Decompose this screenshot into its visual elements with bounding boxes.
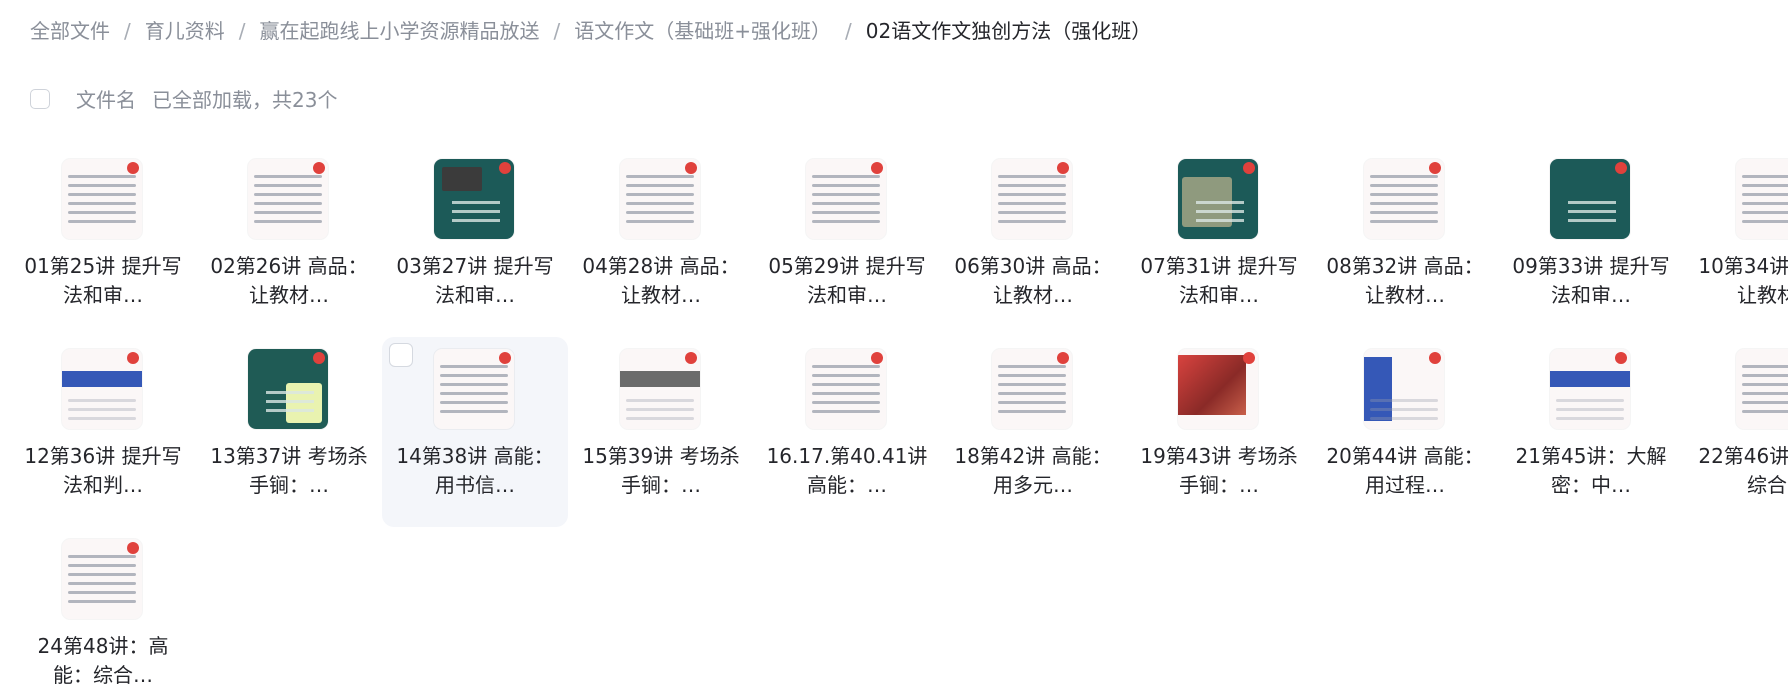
file-name: 09第33讲 提升写法和审…: [1512, 254, 1670, 307]
file-name: 05第29讲 提升写法和审…: [768, 254, 926, 307]
file-tile[interactable]: 19第43讲 考场杀手锏：…: [1126, 337, 1312, 527]
file-tile[interactable]: 18第42讲 高能：用多元…: [940, 337, 1126, 527]
file-tile[interactable]: 16.17.第40.41讲 高能：…: [754, 337, 940, 527]
seal-icon: [685, 352, 697, 364]
seal-icon: [1429, 162, 1441, 174]
file-name: 12第36讲 提升写法和判…: [24, 444, 182, 497]
file-thumbnail: [620, 349, 700, 429]
file-tile[interactable]: 06第30讲 高品：让教材…: [940, 147, 1126, 337]
seal-icon: [1429, 352, 1441, 364]
seal-icon: [871, 162, 883, 174]
seal-icon: [499, 352, 511, 364]
file-tile[interactable]: 21第45讲：大解密：中…: [1498, 337, 1684, 527]
file-name: 15第39讲 考场杀手锏：…: [582, 444, 740, 497]
seal-icon: [1615, 162, 1627, 174]
breadcrumb-separator: /: [124, 19, 131, 43]
file-thumbnail: [1364, 159, 1444, 239]
file-tile[interactable]: 12第36讲 提升写法和判…: [10, 337, 196, 527]
seal-icon: [127, 542, 139, 554]
seal-icon: [871, 352, 883, 364]
breadcrumb-separator: /: [238, 19, 246, 43]
file-thumbnail: [434, 159, 514, 239]
file-tile[interactable]: 02第26讲 高品：让教材…: [196, 147, 382, 337]
file-tile[interactable]: 13第37讲 考场杀手锏：…: [196, 337, 382, 527]
file-thumbnail: [1736, 349, 1788, 429]
file-tile[interactable]: 15第39讲 考场杀手锏：…: [568, 337, 754, 527]
select-all-checkbox[interactable]: [30, 88, 50, 109]
file-tile[interactable]: 09第33讲 提升写法和审…: [1498, 147, 1684, 337]
file-thumbnail: [248, 349, 328, 429]
seal-icon: [1243, 352, 1255, 364]
file-tile[interactable]: 24第48讲：高能：综合…: [10, 527, 196, 695]
file-browser: 全部文件 / 育儿资料 / 赢在起跑线上小学资源精品放送 / 语文作文（基础班+…: [0, 0, 1788, 695]
seal-icon: [1243, 162, 1255, 174]
breadcrumb-item-all-files[interactable]: 全部文件: [30, 16, 110, 46]
breadcrumb-item-chinese-writing[interactable]: 语文作文（基础班+强化班）: [574, 16, 831, 46]
file-name: 24第48讲：高能：综合…: [37, 634, 169, 687]
file-thumbnail: [62, 539, 142, 619]
file-name: 19第43讲 考场杀手锏：…: [1140, 444, 1298, 497]
breadcrumb-item-resources[interactable]: 赢在起跑线上小学资源精品放送: [260, 16, 540, 46]
breadcrumb-separator: /: [845, 19, 852, 43]
file-name: 07第31讲 提升写法和审…: [1140, 254, 1298, 307]
file-name: 14第38讲 高能：用书信…: [396, 444, 554, 497]
file-tile[interactable]: 05第29讲 提升写法和审…: [754, 147, 940, 337]
file-thumbnail: [434, 349, 514, 429]
file-name: 22第46讲 高能：综合…: [1698, 444, 1788, 497]
seal-icon: [313, 162, 325, 174]
file-tile[interactable]: 04第28讲 高品：让教材…: [568, 147, 754, 337]
load-status: 已全部加载，共23个: [152, 88, 338, 112]
file-name: 18第42讲 高能：用多元…: [954, 444, 1112, 497]
file-thumbnail: [1550, 159, 1630, 239]
file-thumbnail: [1178, 349, 1258, 429]
seal-icon: [313, 352, 325, 364]
file-tile[interactable]: 10第34讲 高品：让教材…: [1684, 147, 1788, 337]
seal-icon: [127, 162, 139, 174]
seal-icon: [499, 162, 511, 174]
seal-icon: [1057, 162, 1069, 174]
file-thumbnail: [1364, 349, 1444, 429]
file-thumbnail: [62, 349, 142, 429]
file-name: 06第30讲 高品：让教材…: [954, 254, 1112, 307]
breadcrumb-item-parenting[interactable]: 育儿资料: [145, 16, 225, 46]
file-name: 01第25讲 提升写法和审…: [24, 254, 182, 307]
seal-icon: [685, 162, 697, 174]
file-tile[interactable]: 14第38讲 高能：用书信…: [382, 337, 568, 527]
file-name: 10第34讲 高品：让教材…: [1698, 254, 1788, 307]
file-thumbnail: [806, 159, 886, 239]
seal-icon: [1057, 352, 1069, 364]
file-tile[interactable]: 01第25讲 提升写法和审…: [10, 147, 196, 337]
file-thumbnail: [1178, 159, 1258, 239]
file-thumbnail: [620, 159, 700, 239]
file-thumbnail: [62, 159, 142, 239]
breadcrumb-separator: /: [553, 19, 561, 43]
file-thumbnail: [806, 349, 886, 429]
file-thumbnail: [992, 159, 1072, 239]
file-name: 16.17.第40.41讲 高能：…: [766, 444, 928, 497]
file-tile[interactable]: 07第31讲 提升写法和审…: [1126, 147, 1312, 337]
file-name: 13第37讲 考场杀手锏：…: [210, 444, 368, 497]
file-name: 21第45讲：大解密：中…: [1515, 444, 1667, 497]
file-tile[interactable]: 22第46讲 高能：综合…: [1684, 337, 1788, 527]
breadcrumb: 全部文件 / 育儿资料 / 赢在起跑线上小学资源精品放送 / 语文作文（基础班+…: [30, 16, 1151, 46]
seal-icon: [127, 352, 139, 364]
list-header: 文件名 已全部加载，共23个: [30, 84, 337, 113]
file-name: 03第27讲 提升写法和审…: [396, 254, 554, 307]
breadcrumb-item-current: 02语文作文独创方法（强化班）: [865, 19, 1152, 43]
file-thumbnail: [1736, 159, 1788, 239]
file-name: 02第26讲 高品：让教材…: [210, 254, 368, 307]
file-tile[interactable]: 08第32讲 高品：让教材…: [1312, 147, 1498, 337]
file-name: 20第44讲 高能：用过程…: [1326, 444, 1484, 497]
column-header-filename[interactable]: 文件名: [76, 84, 136, 113]
file-thumbnail: [1550, 349, 1630, 429]
file-name: 08第32讲 高品：让教材…: [1326, 254, 1484, 307]
file-tile[interactable]: 03第27讲 提升写法和审…: [382, 147, 568, 337]
file-thumbnail: [248, 159, 328, 239]
file-tile[interactable]: 20第44讲 高能：用过程…: [1312, 337, 1498, 527]
file-select-checkbox[interactable]: [389, 343, 413, 367]
file-thumbnail: [992, 349, 1072, 429]
seal-icon: [1615, 352, 1627, 364]
file-name: 04第28讲 高品：让教材…: [582, 254, 740, 307]
